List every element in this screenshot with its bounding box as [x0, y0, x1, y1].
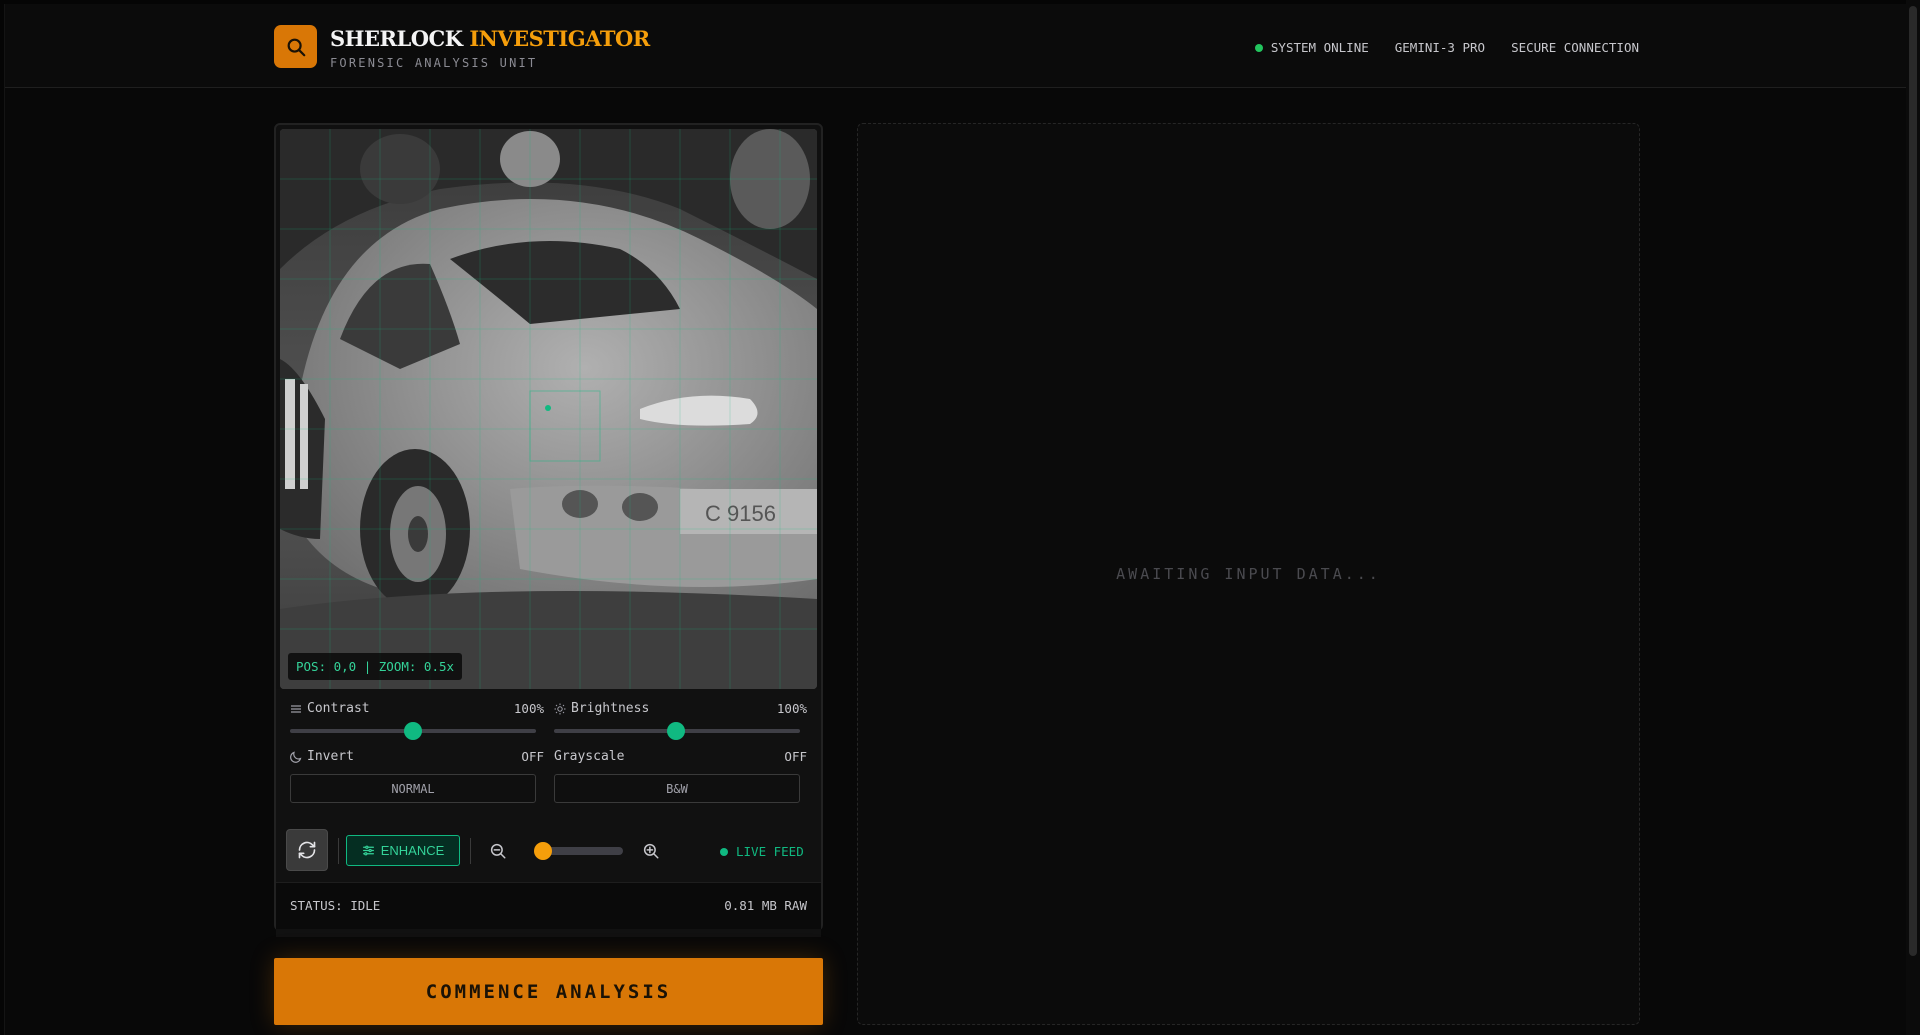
evidence-panel: C 9156 POS: 0,0 | ZOOM: 0.5x Contrast 10… [274, 123, 823, 937]
status-bar: STATUS: IDLE 0.81 MB RAW [276, 882, 821, 929]
sun-icon [554, 703, 566, 714]
reset-button[interactable] [286, 829, 328, 871]
model-label: GEMINI-3 PRO [1394, 40, 1486, 55]
brightness-label-row: Brightness [554, 701, 649, 716]
toolbar-divider [338, 838, 339, 864]
enhance-button[interactable]: ENHANCE [346, 835, 460, 866]
live-feed-label: LIVE FEED [736, 844, 804, 859]
commence-analysis-button[interactable]: COMMENCE ANALYSIS [274, 958, 823, 1025]
invert-label-row: Invert [290, 749, 354, 764]
app-subtitle: FORENSIC ANALYSIS UNIT [330, 56, 538, 70]
online-indicator-icon [1254, 43, 1263, 52]
app-title: SHERLOCK INVESTIGATOR [330, 26, 650, 51]
brightness-label: Brightness [571, 701, 650, 716]
scrollbar-thumb[interactable] [1909, 6, 1917, 956]
page-scrollbar[interactable] [1906, 0, 1920, 1035]
status-text: STATUS: IDLE [290, 898, 381, 913]
grayscale-label: Grayscale [554, 749, 625, 764]
evidence-image-viewer[interactable]: C 9156 POS: 0,0 | ZOOM: 0.5x [280, 129, 817, 689]
brightness-slider-handle[interactable] [667, 722, 685, 740]
toolbar-divider [470, 838, 471, 864]
invert-state: OFF [521, 749, 544, 764]
brand-accent: INVESTIGATOR [469, 26, 650, 51]
contrast-label-row: Contrast [290, 701, 370, 716]
contrast-slider-handle[interactable] [404, 722, 422, 740]
zoom-out-icon[interactable] [489, 842, 507, 860]
contrast-label: Contrast [307, 701, 370, 716]
app-window: SHERLOCK INVESTIGATOR FORENSIC ANALYSIS … [4, 4, 1907, 1035]
system-status-label: SYSTEM ONLINE [1270, 40, 1369, 55]
analysis-results-panel: AWAITING INPUT DATA... [857, 123, 1640, 1025]
live-feed-indicator: LIVE FEED [720, 844, 804, 859]
grayscale-state: OFF [784, 749, 807, 764]
contrast-icon [291, 704, 301, 713]
search-icon [287, 38, 305, 56]
file-size: 0.81 MB RAW [724, 898, 807, 913]
top-bar: SHERLOCK INVESTIGATOR FORENSIC ANALYSIS … [5, 4, 1907, 88]
svg-text:C 9156: C 9156 [705, 501, 776, 526]
connection-label: SECURE CONNECTION [1511, 40, 1639, 55]
system-status: SYSTEM ONLINE [1254, 40, 1369, 55]
evidence-image: C 9156 [280, 129, 817, 689]
enhance-label: ENHANCE [380, 843, 445, 858]
zoom-slider-handle[interactable] [534, 842, 552, 860]
status-nav: SYSTEM ONLINE GEMINI-3 PRO SECURE CONNEC… [1254, 40, 1639, 55]
contrast-value: 100% [513, 701, 544, 716]
refresh-icon [298, 841, 316, 859]
moon-icon [290, 751, 302, 763]
zoom-in-icon[interactable] [642, 842, 660, 860]
sliders-icon [362, 845, 374, 856]
invert-toggle-button[interactable]: NORMAL [290, 774, 536, 803]
grayscale-toggle-button[interactable]: B&W [554, 774, 800, 803]
awaiting-placeholder: AWAITING INPUT DATA... [1116, 565, 1381, 583]
logo [274, 25, 317, 68]
brand-primary: SHERLOCK [330, 26, 463, 51]
live-dot-icon [720, 847, 728, 856]
focus-point [545, 405, 551, 411]
brightness-value: 100% [776, 701, 807, 716]
position-readout: POS: 0,0 | ZOOM: 0.5x [288, 653, 463, 680]
invert-label: Invert [307, 749, 354, 764]
